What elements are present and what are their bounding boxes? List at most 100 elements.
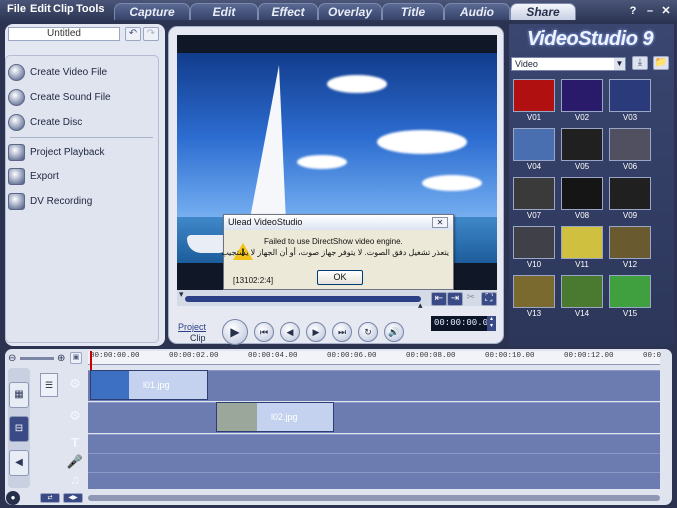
thumbnail-label: V03: [622, 113, 638, 122]
library-thumbnail[interactable]: [513, 128, 555, 161]
play-button[interactable]: ▶: [222, 319, 248, 345]
redo-icon[interactable]: ↷: [143, 27, 159, 41]
import-icon[interactable]: ⤓: [632, 56, 648, 70]
tab-audio[interactable]: Audio: [444, 3, 510, 20]
menu-edit[interactable]: Edit: [30, 3, 51, 15]
option-label: Create Video File: [30, 66, 108, 78]
library-thumbnail[interactable]: [561, 275, 603, 308]
repeat-button[interactable]: ↻: [358, 322, 378, 342]
tab-title[interactable]: Title: [382, 3, 444, 20]
jog-slider[interactable]: [185, 296, 421, 302]
create-video-file-button[interactable]: Create Video File: [8, 61, 154, 83]
library-thumbnail[interactable]: [513, 79, 555, 112]
timeline-view-button[interactable]: ⊟: [9, 416, 29, 442]
thumbnail-label: V02: [574, 113, 590, 122]
zoom-out-icon[interactable]: ⊖: [8, 353, 16, 364]
cloud: [422, 175, 482, 191]
folder-icon[interactable]: 📁: [653, 56, 669, 70]
library-thumbnail[interactable]: [561, 79, 603, 112]
dialog-message-arabic: يتعذر تشغيل دفق الصوت. لا يتوفر جهاز صوت…: [221, 248, 449, 257]
option-label: Create Disc: [30, 116, 83, 128]
playback-icon: [8, 143, 25, 161]
overlay-track[interactable]: [88, 402, 660, 433]
record-icon[interactable]: ●: [6, 491, 20, 505]
timecode-spinner[interactable]: ▴ ▾: [487, 316, 496, 331]
zoom-in-icon[interactable]: ⊕: [57, 353, 65, 364]
timeline-scrollbar[interactable]: [88, 495, 660, 501]
menu-file[interactable]: File: [7, 3, 26, 15]
storyboard-view-button[interactable]: ▦: [9, 382, 29, 408]
undo-icon[interactable]: ↶: [125, 27, 141, 41]
option-label: Create Sound File: [30, 91, 111, 103]
audio-view-button[interactable]: ◀: [9, 450, 29, 476]
clip-l02[interactable]: l02.jpg: [216, 402, 334, 432]
tab-overlay[interactable]: Overlay: [318, 3, 382, 20]
dv-camera-icon: [8, 192, 25, 210]
clip-mode-link[interactable]: Clip: [190, 333, 206, 343]
dialog-close-icon[interactable]: ✕: [432, 217, 448, 228]
previous-frame-button[interactable]: ◀: [280, 322, 300, 342]
create-disc-button[interactable]: Create Disc: [8, 111, 154, 133]
project-playback-button[interactable]: Project Playback: [8, 141, 154, 163]
thumbnail-label: V04: [526, 162, 542, 171]
music-icon: ♫: [70, 472, 80, 487]
library-thumbnail[interactable]: [561, 128, 603, 161]
music-track[interactable]: [88, 472, 660, 489]
menu-clip[interactable]: Clip: [53, 3, 74, 15]
library-thumbnail[interactable]: [513, 226, 555, 259]
tab-effect[interactable]: Effect: [258, 3, 318, 20]
project-mode-link[interactable]: Project: [178, 322, 206, 332]
app-logo: VideoStudio 9: [527, 28, 654, 50]
dv-recording-button[interactable]: DV Recording: [8, 190, 154, 212]
zoom-slider[interactable]: [20, 357, 54, 360]
tab-share[interactable]: Share: [510, 3, 576, 20]
library-thumbnail[interactable]: [513, 275, 555, 308]
library-thumbnail[interactable]: [513, 177, 555, 210]
voice-track[interactable]: [88, 453, 660, 472]
timecode-display[interactable]: 00:00:00.00: [431, 316, 495, 331]
close-button[interactable]: ✕: [659, 4, 673, 18]
mark-in-icon[interactable]: ⇤: [431, 292, 447, 306]
end-button[interactable]: ⏭: [332, 322, 352, 342]
library-thumbnail[interactable]: [561, 177, 603, 210]
library-thumbnail[interactable]: [609, 226, 651, 259]
title-track[interactable]: [88, 434, 660, 453]
title-icon: T: [71, 435, 79, 450]
help-button[interactable]: ?: [626, 4, 640, 18]
option-label: Export: [30, 170, 59, 182]
fit-project-icon[interactable]: ▣: [70, 352, 82, 364]
library-thumbnail[interactable]: [609, 177, 651, 210]
tab-edit[interactable]: Edit: [190, 3, 258, 20]
thumbnail-label: V09: [622, 211, 638, 220]
trim-start-icon[interactable]: ▾: [179, 289, 184, 300]
library-category-select[interactable]: Video: [511, 57, 626, 71]
ok-button[interactable]: OK: [317, 270, 363, 285]
playhead[interactable]: [90, 351, 92, 371]
tab-capture[interactable]: Capture: [114, 3, 190, 20]
home-button[interactable]: ⏮: [254, 322, 274, 342]
track-manager-icon[interactable]: ☰: [40, 373, 58, 397]
minimize-button[interactable]: –: [643, 4, 657, 18]
library-thumbnail[interactable]: [561, 226, 603, 259]
menu-tools[interactable]: Tools: [76, 3, 105, 15]
project-title: Untitled: [8, 27, 120, 41]
cloud: [377, 130, 467, 154]
mark-out-icon[interactable]: ⇥: [447, 292, 463, 306]
export-button[interactable]: Export: [8, 165, 154, 187]
clip-l01[interactable]: l01.jpg: [90, 370, 208, 400]
thumbnail-label: V15: [622, 309, 638, 318]
library-thumbnail[interactable]: [609, 275, 651, 308]
cut-icon[interactable]: ✂: [463, 292, 479, 306]
chevron-down-icon[interactable]: ▼: [614, 58, 625, 70]
volume-button[interactable]: 🔊: [384, 322, 404, 342]
ruler-tick-label: 00:00:10.00: [485, 352, 535, 360]
ruler-tick-label: 00:0: [643, 352, 662, 360]
enlarge-icon[interactable]: ⛶: [481, 292, 497, 306]
library-thumbnail[interactable]: [609, 128, 651, 161]
create-sound-file-button[interactable]: Create Sound File: [8, 86, 154, 108]
next-frame-button[interactable]: ▶: [306, 322, 326, 342]
ripple-edit-icon[interactable]: ⇄: [40, 493, 60, 503]
trim-end-icon[interactable]: ▴: [418, 300, 423, 311]
scroll-arrows-icon[interactable]: ◀▶: [63, 493, 83, 503]
library-thumbnail[interactable]: [609, 79, 651, 112]
